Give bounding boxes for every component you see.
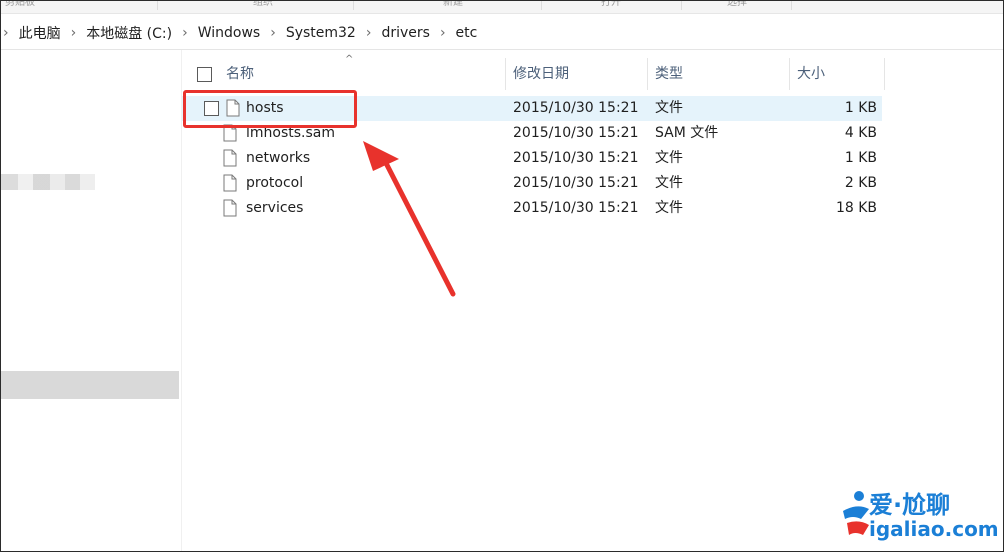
watermark-brand: 爱·尬聊 — [869, 491, 951, 519]
annotation-arrow-icon — [363, 141, 456, 297]
watermark-logo-icon — [843, 491, 869, 535]
watermark: 爱·尬聊 igaliao.com — [839, 485, 999, 545]
explorer-window: 剪贴板 组织 新建 打开 选择 › 此电脑 › 本地磁盘 (C:) › Wind… — [0, 0, 1004, 552]
watermark-url: igaliao.com — [869, 517, 999, 541]
